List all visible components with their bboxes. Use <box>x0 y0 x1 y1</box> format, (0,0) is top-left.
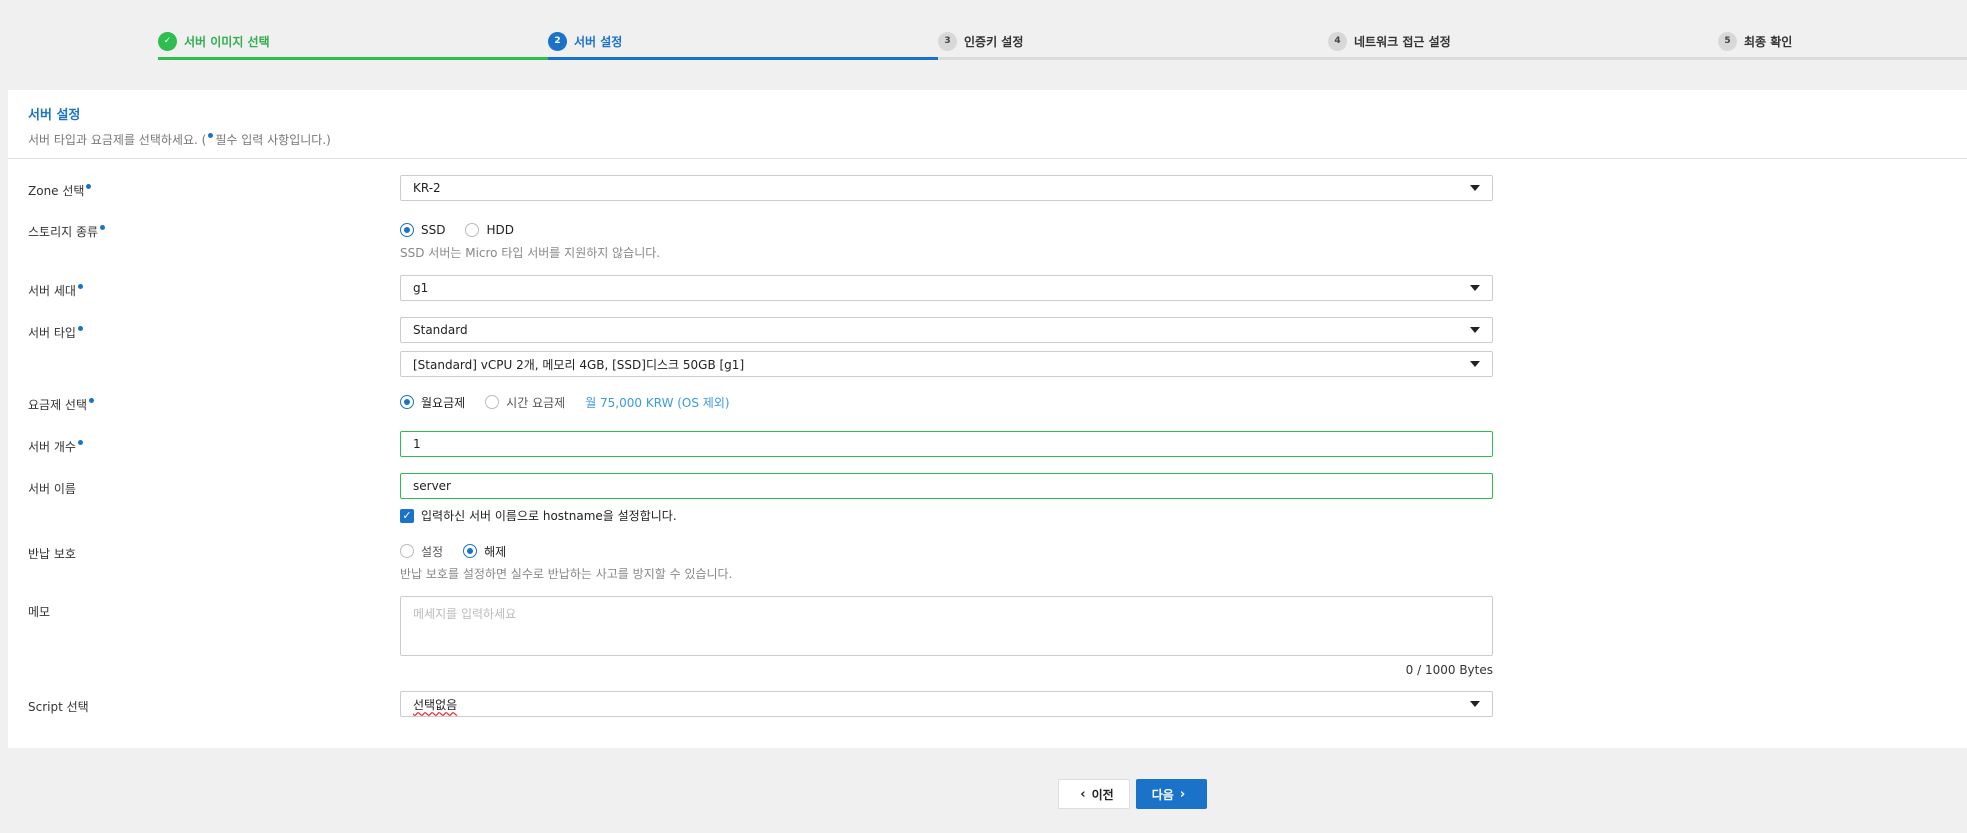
price-text: 월 75,000 KRW (OS 제외) <box>585 395 730 410</box>
panel-title: 서버 설정 <box>28 108 81 123</box>
step-number: 4 <box>1328 31 1347 51</box>
name-label: 서버 이름 <box>28 482 76 496</box>
generation-select[interactable]: g1 <box>400 275 1493 301</box>
count-label: 서버 개수 <box>28 438 85 455</box>
storage-radio-hdd[interactable]: HDD <box>465 223 514 237</box>
caret-down-icon <box>1470 185 1480 191</box>
hostname-checkbox-row[interactable]: ✓ 입력하신 서버 이름으로 hostname을 설정합니다. <box>400 507 1493 524</box>
caret-down-icon <box>1470 701 1480 707</box>
billing-label: 요금제 선택 <box>28 396 96 413</box>
storage-label: 스토리지 종류 <box>28 223 107 240</box>
step-auth-key[interactable]: 3 인증키 설정 <box>938 26 1328 60</box>
step-number: 5 <box>1718 31 1737 51</box>
step-progress-line <box>158 57 548 60</box>
server-count-input[interactable]: 1 <box>400 431 1493 457</box>
protection-radio-off[interactable]: 해제 <box>463 543 506 560</box>
required-dot-icon <box>77 284 83 289</box>
chevron-left-icon: ‹ <box>1080 786 1086 802</box>
protection-radio-on[interactable]: 설정 <box>400 543 443 560</box>
step-label: 서버 이미지 선택 <box>184 34 270 49</box>
radio-selected-icon <box>400 395 414 409</box>
required-dot-icon <box>77 440 83 445</box>
checkbox-checked-icon[interactable]: ✓ <box>400 508 414 523</box>
caret-down-icon <box>1470 361 1480 367</box>
panel-header: 서버 설정 서버 타입과 요금제를 선택하세요. (필수 입력 사항입니다.) <box>8 90 1967 159</box>
protection-group: 설정 해제 반납 보호를 설정하면 실수로 반납하는 사고를 방지할 수 있습니… <box>400 541 1493 582</box>
memo-textarea[interactable]: 메세지를 입력하세요 <box>400 596 1493 656</box>
check-icon: ✓ <box>158 31 177 51</box>
billing-radio-hourly[interactable]: 시간 요금제 <box>485 394 565 411</box>
required-dot-icon <box>77 326 83 331</box>
memo-label: 메모 <box>28 605 51 619</box>
server-type-select[interactable]: Standard <box>400 317 1493 343</box>
next-button[interactable]: 다음 › <box>1136 779 1207 809</box>
step-network-access[interactable]: 4 네트워크 접근 설정 <box>1328 26 1718 60</box>
step-progress-line <box>938 57 1328 60</box>
storage-radio-ssd[interactable]: SSD <box>400 223 445 237</box>
step-final-confirm[interactable]: 5 최종 확인 <box>1718 26 1967 60</box>
protection-label: 반납 보호 <box>28 547 76 561</box>
billing-group: 월요금제 시간 요금제 월 75,000 KRW (OS 제외) <box>400 392 1493 412</box>
server-name-input[interactable]: server <box>400 473 1493 499</box>
required-dot-icon <box>208 133 214 138</box>
storage-help: SSD 서버는 Micro 타입 서버를 지원하지 않습니다. <box>400 246 661 260</box>
memo-byte-counter: 0 / 1000 Bytes <box>1405 663 1493 677</box>
required-dot-icon <box>86 184 92 189</box>
step-server-image[interactable]: ✓ 서버 이미지 선택 <box>158 26 548 60</box>
required-dot-icon <box>89 398 95 403</box>
radio-selected-icon <box>400 223 414 237</box>
protection-help: 반납 보호를 설정하면 실수로 반납하는 사고를 방지할 수 있습니다. <box>400 567 733 581</box>
prev-button[interactable]: ‹ 이전 <box>1058 779 1130 809</box>
script-label: Script 선택 <box>28 700 89 714</box>
caret-down-icon <box>1470 285 1480 291</box>
zone-select[interactable]: KR-2 <box>400 175 1493 201</box>
server-type-label: 서버 타입 <box>28 324 85 341</box>
chevron-right-icon: › <box>1179 786 1186 802</box>
step-progress-line <box>548 57 938 60</box>
radio-empty-icon <box>485 395 500 409</box>
panel-subtitle: 서버 타입과 요금제를 선택하세요. (필수 입력 사항입니다.) <box>28 133 331 147</box>
step-number: 3 <box>938 31 957 51</box>
radio-empty-icon <box>465 223 480 237</box>
caret-down-icon <box>1470 327 1480 333</box>
step-label: 네트워크 접근 설정 <box>1354 34 1451 49</box>
step-label: 인증키 설정 <box>964 34 1024 49</box>
step-label: 서버 설정 <box>574 34 623 49</box>
wizard-stepper: ✓ 서버 이미지 선택 2 서버 설정 3 인증키 설정 4 네트워크 접근 설… <box>158 26 1967 60</box>
step-progress-line <box>1328 57 1718 60</box>
billing-radio-monthly[interactable]: 월요금제 <box>400 394 465 411</box>
script-select[interactable]: 선택없음 <box>400 691 1493 717</box>
step-progress-line <box>1718 57 1967 60</box>
server-spec-select[interactable]: [Standard] vCPU 2개, 메모리 4GB, [SSD]디스크 50… <box>400 351 1493 377</box>
radio-selected-icon <box>463 544 478 558</box>
generation-label: 서버 세대 <box>28 282 85 299</box>
step-server-settings[interactable]: 2 서버 설정 <box>548 26 938 60</box>
server-settings-panel: 서버 설정 서버 타입과 요금제를 선택하세요. (필수 입력 사항입니다.) … <box>8 90 1967 748</box>
radio-empty-icon <box>400 544 414 558</box>
zone-label: Zone 선택 <box>28 182 93 199</box>
step-label: 최종 확인 <box>1744 34 1793 49</box>
step-number: 2 <box>548 31 567 51</box>
storage-group: SSD HDD SSD 서버는 Micro 타입 서버를 지원하지 않습니다. <box>400 220 1493 261</box>
required-dot-icon <box>100 225 106 230</box>
